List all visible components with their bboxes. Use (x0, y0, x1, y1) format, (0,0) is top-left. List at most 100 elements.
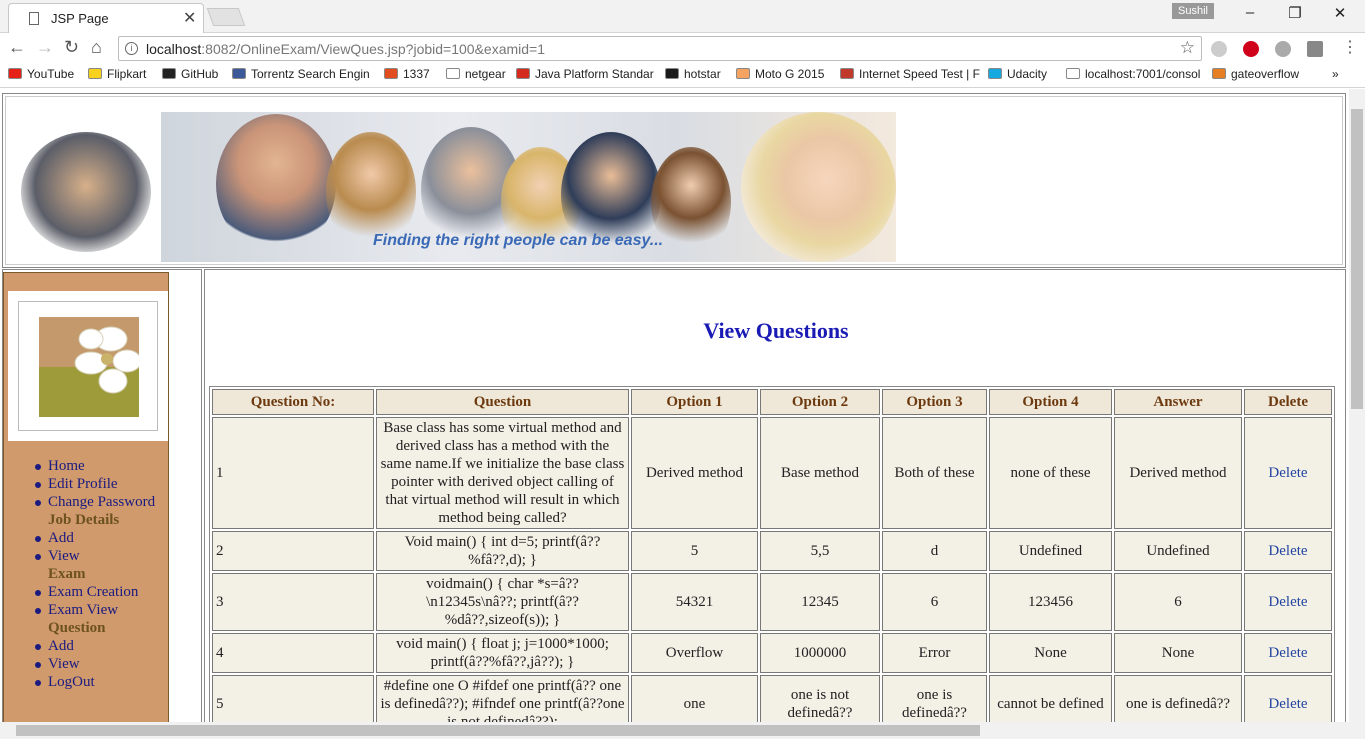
menu-link-exam-creation[interactable]: Exam Creation (30, 583, 155, 601)
bookmark-item[interactable]: netgear (446, 67, 506, 81)
delete-link[interactable]: Delete (1244, 633, 1332, 673)
logo (8, 291, 168, 441)
bookmark-item[interactable]: Flipkart (88, 67, 146, 81)
menu-link-exam-view[interactable]: Exam View (30, 601, 155, 619)
menu-link-edit-profile[interactable]: Edit Profile (30, 475, 155, 493)
bookmark-star-icon[interactable]: ☆ (1180, 38, 1195, 58)
option-cell: 123456 (989, 573, 1112, 631)
option-cell: Overflow (631, 633, 758, 673)
bookmark-favicon-icon (736, 68, 750, 79)
table-row: 2 Void main() { int d=5; printf(â?? %fâ??… (212, 531, 1332, 571)
column-header: Option 2 (760, 389, 880, 415)
sidebar: Home Edit Profile Change Password Job Detai… (3, 272, 169, 722)
menu-link-change-password[interactable]: Change Password (30, 493, 155, 511)
column-header: Delete (1244, 389, 1332, 415)
bookmark-item[interactable]: Internet Speed Test | F (840, 67, 980, 81)
delete-link[interactable]: Delete (1244, 573, 1332, 631)
tab-title: JSP Page (51, 11, 109, 26)
menu-link-home[interactable]: Home (30, 457, 155, 475)
shield-extension-icon[interactable] (1211, 41, 1227, 57)
menu-kebab-icon[interactable]: ⋮ (1342, 37, 1358, 57)
answer-cell: None (1114, 633, 1242, 673)
bookmark-item[interactable]: GitHub (162, 67, 218, 81)
delete-link[interactable]: Delete (1244, 675, 1332, 722)
info-icon[interactable]: i (125, 42, 138, 55)
question-number: 2 (212, 531, 374, 571)
bookmark-item[interactable]: Torrentz Search Engin (232, 67, 370, 81)
reload-icon[interactable]: ↻ (64, 37, 79, 58)
close-tab-icon[interactable]: ✕ (183, 8, 196, 28)
more-bookmarks-icon[interactable]: » (1332, 67, 1339, 81)
bookmark-favicon-icon (665, 68, 679, 79)
question-text: void main() { float j; j=1000*1000; prin… (376, 633, 629, 673)
bookmark-favicon-icon (88, 68, 102, 79)
option-cell: one (631, 675, 758, 722)
table-row: 4 void main() { float j; j=1000*1000; pri… (212, 633, 1332, 673)
question-text: Base class has some virtual method and d… (376, 417, 629, 529)
menu-link-label: Home (48, 458, 85, 474)
bookmark-item[interactable]: 1337 (384, 67, 430, 81)
bookmark-item[interactable]: gateoverflow (1212, 67, 1299, 81)
delete-link[interactable]: Delete (1244, 531, 1332, 571)
bookmark-label: GitHub (181, 67, 219, 81)
browser-tab[interactable]: JSP Page ✕ (8, 3, 204, 33)
bookmark-item[interactable]: Moto G 2015 (736, 67, 824, 81)
table-row: 5 #define one O #ifdef one printf(â?? one… (212, 675, 1332, 722)
bookmark-favicon-icon (516, 68, 530, 79)
address-bar[interactable]: i localhost:8082/OnlineExam/ViewQues.jsp… (118, 36, 1202, 61)
question-text: voidmain() { char *s=â?? \n12345s\nâ??; … (376, 573, 629, 631)
close-window-button[interactable]: ✕ (1325, 4, 1355, 24)
menu-link-logout[interactable]: LogOut (30, 673, 155, 691)
bookmark-item[interactable]: Udacity (988, 67, 1047, 81)
bullet-icon (35, 500, 41, 506)
bookmark-item[interactable]: YouTube (8, 67, 74, 81)
vertical-scrollbar[interactable] (1349, 89, 1365, 722)
bookmark-favicon-icon (446, 68, 460, 79)
banner-image: Finding the right people can be easy... (11, 112, 896, 262)
bookmark-favicon-icon (840, 68, 854, 79)
option-cell: none of these (989, 417, 1112, 529)
scroll-thumb[interactable] (16, 725, 980, 736)
bullet-icon (35, 680, 41, 686)
menu-link-add[interactable]: Add (30, 529, 155, 547)
menu-heading: Job Details (48, 512, 120, 528)
option-cell: 6 (882, 573, 987, 631)
bookmark-label: Udacity (1007, 67, 1048, 81)
adblock-extension-icon[interactable] (1243, 41, 1259, 57)
home-icon[interactable]: ⌂ (91, 37, 102, 58)
back-icon[interactable]: ← (8, 37, 26, 58)
bookmark-favicon-icon (988, 68, 1002, 79)
option-cell: 12345 (760, 573, 880, 631)
forward-icon[interactable]: → (36, 37, 54, 58)
menu-heading: Exam (48, 566, 86, 582)
bookmark-label: YouTube (27, 67, 75, 81)
extension-icon[interactable] (1275, 41, 1291, 57)
bookmark-item[interactable]: localhost:7001/consol (1066, 67, 1200, 81)
bookmark-item[interactable]: Java Platform Standar (516, 67, 654, 81)
bookmark-favicon-icon (384, 68, 398, 79)
bookmark-label: Flipkart (107, 67, 147, 81)
column-header: Question No: (212, 389, 374, 415)
question-text: Void main() { int d=5; printf(â?? %fâ??,… (376, 531, 629, 571)
bullet-icon (35, 464, 41, 470)
menu-link-add[interactable]: Add (30, 637, 155, 655)
new-tab-button[interactable] (206, 8, 246, 26)
menu-link-view[interactable]: View (30, 655, 155, 673)
table-row: 3 voidmain() { char *s=â?? \n12345s\nâ??;… (212, 573, 1332, 631)
delete-link[interactable]: Delete (1244, 417, 1332, 529)
option-cell: 54321 (631, 573, 758, 631)
option-cell: Undefined (989, 531, 1112, 571)
bookmark-item[interactable]: hotstar (665, 67, 721, 81)
scroll-thumb[interactable] (1351, 109, 1363, 409)
page-icon (29, 12, 39, 25)
horizontal-scrollbar[interactable] (0, 722, 1365, 739)
minimize-button[interactable]: – (1235, 4, 1265, 24)
restore-button[interactable]: ❐ (1280, 4, 1310, 24)
menu-link-view[interactable]: View (30, 547, 155, 565)
questions-table: Question No: Question Option 1 Option 2 … (209, 386, 1335, 722)
extension-badge-icon[interactable] (1307, 41, 1323, 57)
column-header: Answer (1114, 389, 1242, 415)
bookmark-label: Torrentz Search Engin (251, 67, 370, 81)
profile-badge[interactable]: Sushil (1172, 3, 1214, 19)
bookmark-label: Moto G 2015 (755, 67, 825, 81)
